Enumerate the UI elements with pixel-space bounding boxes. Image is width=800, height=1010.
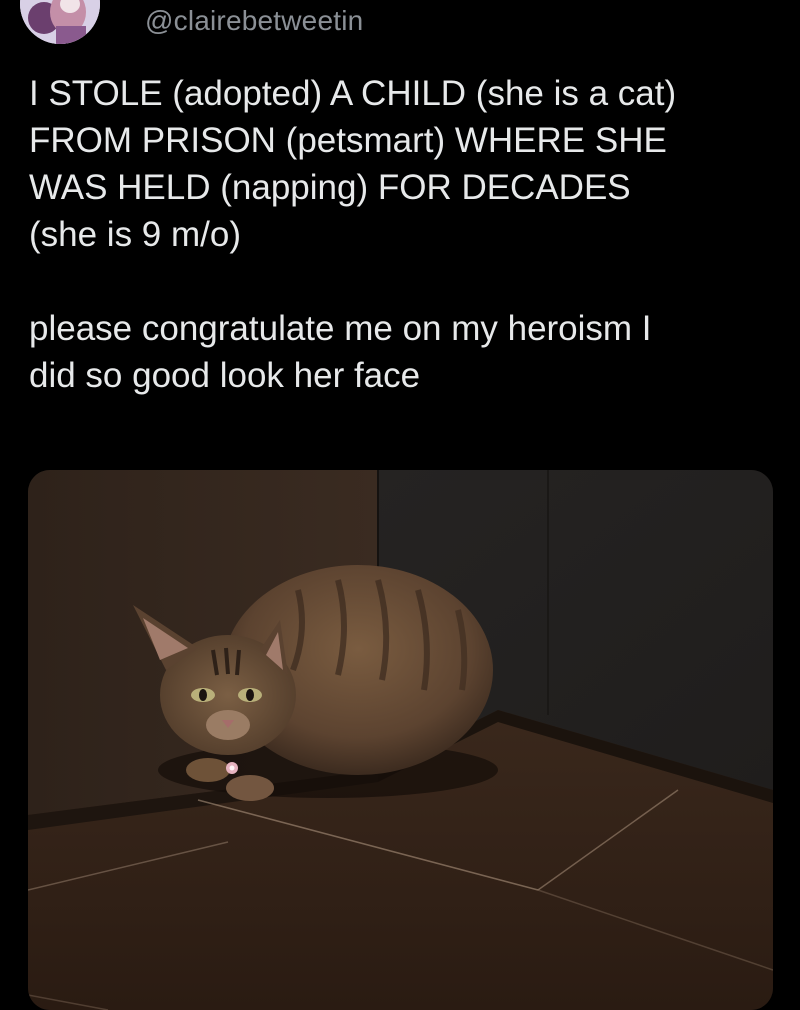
- tweet-header: [20, 0, 100, 44]
- tweet-text: I STOLE (adopted) A CHILD (she is a cat)…: [29, 70, 779, 399]
- cat-photo: [28, 470, 773, 1010]
- tweet-paragraph-1: I STOLE (adopted) A CHILD (she is a cat)…: [29, 74, 677, 254]
- tweet-paragraph-2: please congratulate me on my heroism I d…: [29, 309, 652, 395]
- avatar[interactable]: [20, 0, 100, 44]
- avatar-illustration: [20, 0, 100, 44]
- tweet-photo[interactable]: [28, 470, 773, 1010]
- user-handle[interactable]: @clairebetweetin: [145, 5, 363, 37]
